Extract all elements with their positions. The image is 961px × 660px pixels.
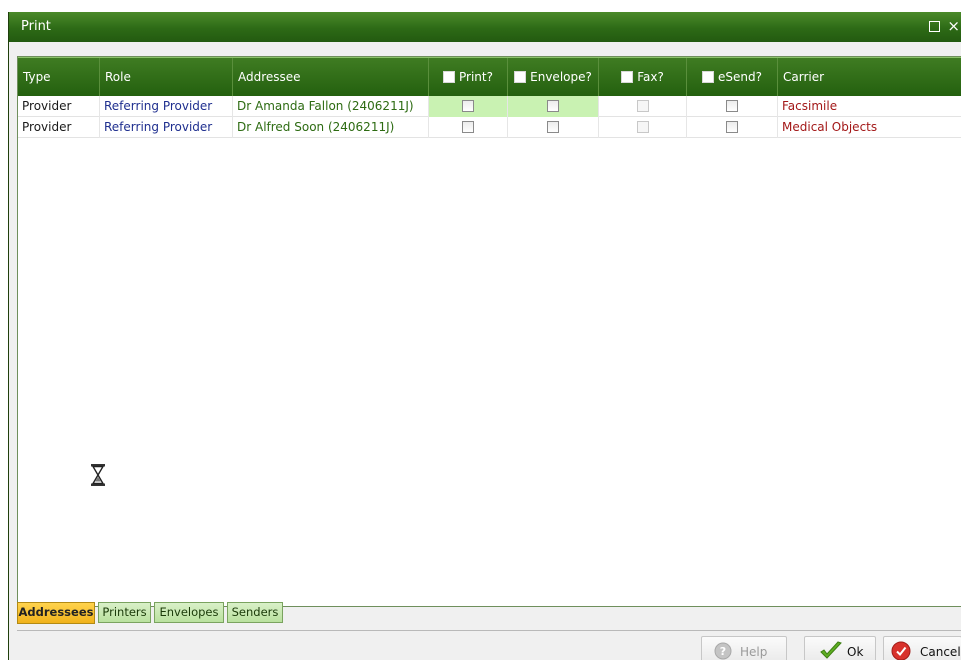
help-icon: ? [714, 642, 732, 660]
cell-carrier: Medical Objects [782, 120, 878, 134]
cell-envelope [508, 96, 599, 117]
tab-envelopes[interactable]: Envelopes [154, 602, 224, 623]
column-label: Type [23, 70, 51, 84]
addressees-grid: Type Role Addressee Print? Envelope? Fax… [17, 56, 961, 607]
cell-fax [599, 117, 687, 138]
tab-printers[interactable]: Printers [98, 602, 151, 623]
fax-checkbox [636, 100, 649, 112]
cell-print [429, 96, 508, 117]
column-header-fax: Fax? [599, 58, 687, 97]
cell-role: Referring Provider [100, 117, 233, 138]
cancel-icon [891, 641, 911, 660]
column-label: Envelope? [530, 70, 592, 84]
cell-addressee: Dr Alfred Soon (2406211J) [233, 117, 429, 138]
column-header-esend: eSend? [687, 58, 778, 97]
column-label: Addressee [238, 70, 301, 84]
cancel-label: Cancel [920, 645, 961, 659]
maximize-icon[interactable] [929, 21, 940, 32]
select-all-envelope-checkbox[interactable] [514, 71, 527, 83]
cell-esend [687, 117, 778, 138]
column-label: eSend? [718, 70, 762, 84]
column-label: Fax? [637, 70, 664, 84]
select-all-fax-checkbox[interactable] [621, 71, 634, 83]
column-label: Print? [459, 70, 493, 84]
table-row[interactable]: Provider Referring Provider Dr Alfred So… [18, 117, 961, 138]
ok-button[interactable]: Ok [804, 636, 876, 660]
fax-checkbox [636, 121, 649, 133]
cell-print [429, 117, 508, 138]
cell-role: Referring Provider [100, 96, 233, 117]
envelope-checkbox[interactable] [547, 121, 559, 133]
print-checkbox[interactable] [462, 100, 474, 112]
footer-divider [17, 630, 961, 631]
column-label: Role [105, 70, 131, 84]
help-label: Help [740, 645, 768, 659]
select-all-print-checkbox[interactable] [443, 71, 455, 83]
column-header-addressee[interactable]: Addressee [233, 58, 429, 97]
title-bar[interactable]: Print × [9, 12, 961, 42]
window-title: Print [21, 19, 51, 34]
checkmark-icon [820, 641, 842, 659]
close-icon[interactable]: × [947, 16, 960, 36]
column-header-carrier[interactable]: Carrier [778, 58, 961, 97]
column-header-envelope: Envelope? [508, 58, 599, 97]
esend-checkbox[interactable] [726, 100, 738, 112]
cell-addressee: Dr Amanda Fallon (2406211J) [233, 96, 429, 117]
grid-header: Type Role Addressee Print? Envelope? Fax… [18, 57, 961, 97]
cell-type: Provider [18, 117, 100, 138]
tab-addressees[interactable]: Addressees [17, 602, 95, 624]
print-checkbox[interactable] [462, 121, 474, 133]
column-header-role[interactable]: Role [100, 58, 233, 97]
cell-envelope [508, 117, 599, 138]
help-button[interactable]: ? Help [701, 636, 787, 660]
cell-carrier: Facsimile [782, 99, 838, 113]
envelope-checkbox[interactable] [547, 100, 559, 112]
esend-checkbox[interactable] [726, 121, 738, 133]
svg-text:?: ? [720, 645, 726, 658]
column-header-type[interactable]: Type [18, 58, 100, 97]
ok-label: Ok [847, 645, 864, 659]
cancel-button[interactable]: Cancel [883, 636, 961, 660]
print-dialog: Print × Type Role Addressee Print? Envel… [8, 12, 961, 660]
select-all-esend-checkbox[interactable] [702, 71, 714, 83]
tab-senders[interactable]: Senders [227, 602, 283, 623]
cell-type: Provider [18, 96, 100, 117]
column-header-print: Print? [429, 58, 508, 97]
column-label: Carrier [783, 70, 825, 84]
table-row[interactable]: Provider Referring Provider Dr Amanda Fa… [18, 96, 961, 117]
cell-esend [687, 96, 778, 117]
hourglass-icon [91, 464, 105, 486]
cell-fax [599, 96, 687, 117]
